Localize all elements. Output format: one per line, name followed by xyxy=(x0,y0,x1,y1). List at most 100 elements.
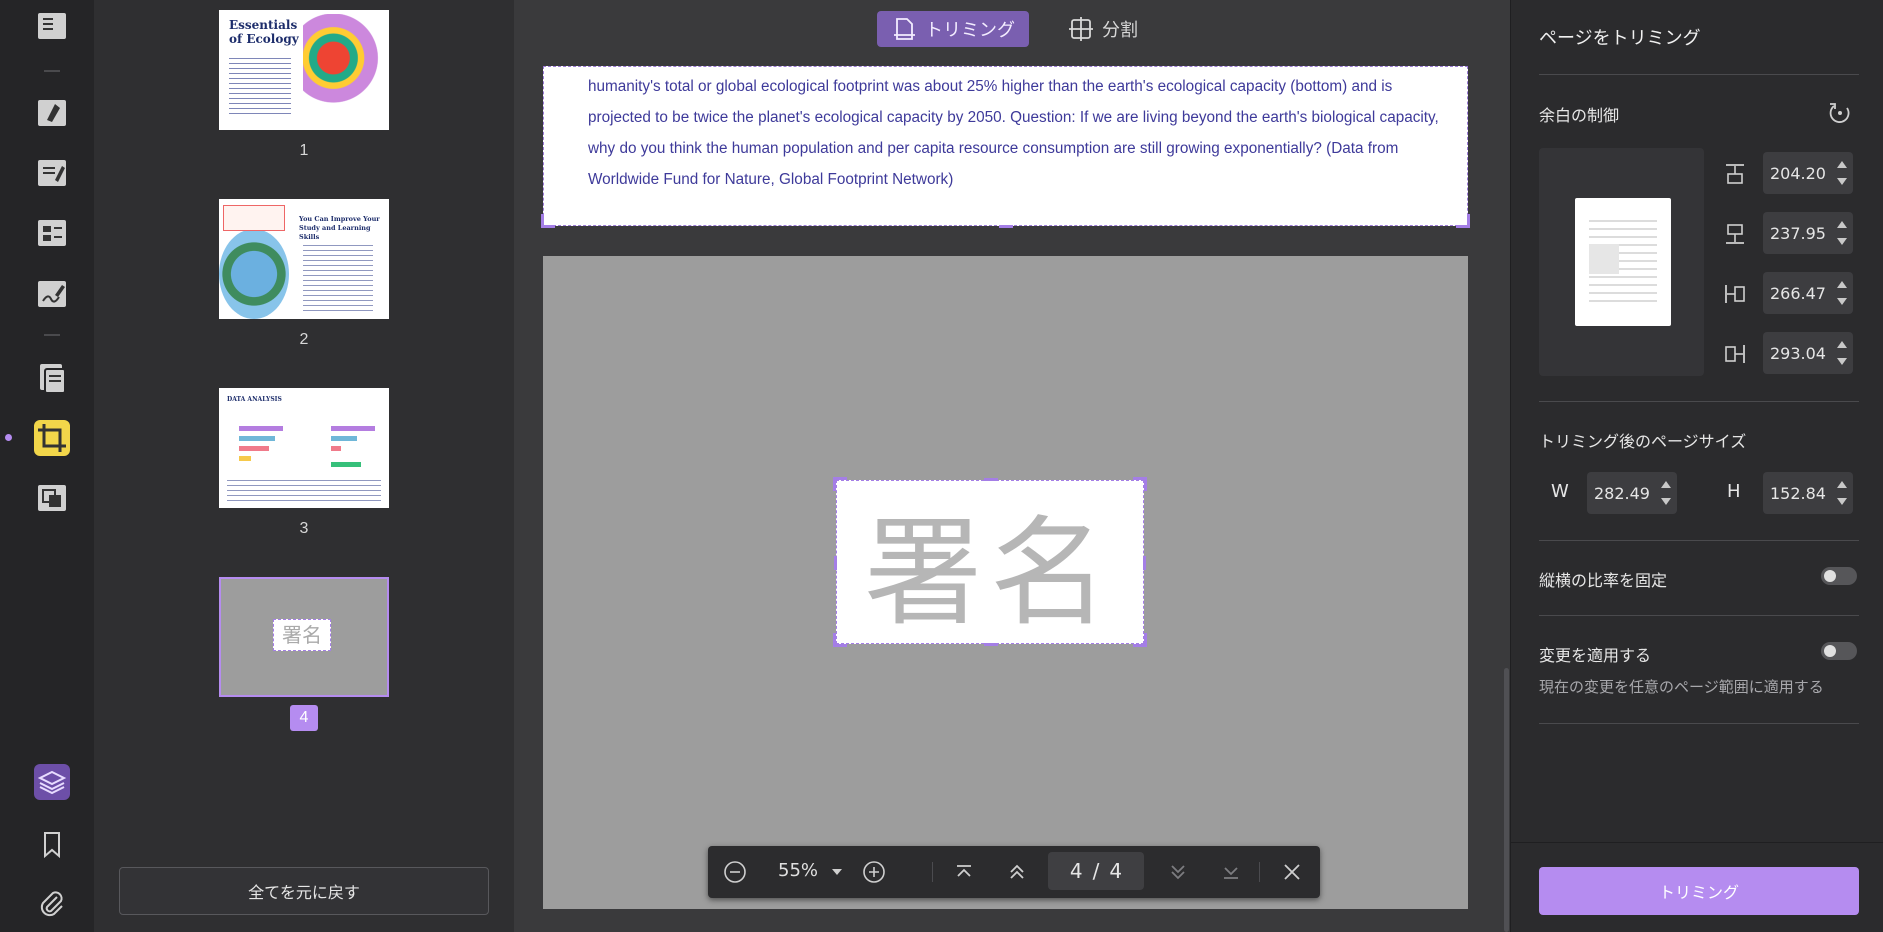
sign-icon[interactable] xyxy=(34,276,70,312)
crop-handle-top-right[interactable] xyxy=(1133,477,1147,491)
crop-handle-left[interactable] xyxy=(834,556,837,570)
increment-icon[interactable] xyxy=(1837,481,1847,488)
signature-text: 署名 xyxy=(863,503,1116,642)
total-pages: 4 xyxy=(1109,859,1123,883)
increment-icon[interactable] xyxy=(1837,161,1847,168)
thumbnail-bar xyxy=(331,462,361,467)
vertical-scrollbar[interactable] xyxy=(1504,668,1509,932)
decrement-icon[interactable] xyxy=(1837,238,1847,245)
zoom-out-icon[interactable] xyxy=(722,859,748,885)
zoom-in-icon[interactable] xyxy=(861,859,887,885)
app-window: Essentials of Ecology 1 You Can Improve … xyxy=(0,0,1883,932)
margin-section-label: 余白の制御 xyxy=(1539,106,1620,125)
reader-mode-icon[interactable] xyxy=(34,8,70,44)
margin-bottom-input[interactable] xyxy=(1763,212,1833,254)
thumbnail-note-box xyxy=(223,205,285,231)
thumbnail-number: 3 xyxy=(299,520,309,537)
thumbnail-page-2[interactable]: You Can Improve Your Study and Learning … xyxy=(219,199,389,319)
trim-page-icon xyxy=(894,18,915,40)
trim-mode-tab[interactable]: トリミング xyxy=(877,11,1029,47)
highlight-icon[interactable] xyxy=(34,95,70,131)
thumbnail-number: 1 xyxy=(299,142,309,159)
lock-aspect-ratio-toggle[interactable] xyxy=(1821,567,1857,585)
crop-tool-icon[interactable] xyxy=(34,420,70,456)
globe-image xyxy=(219,229,289,319)
attachment-icon[interactable] xyxy=(34,886,70,922)
reset-icon[interactable] xyxy=(1827,100,1853,126)
margin-bottom-stepper[interactable] xyxy=(1763,212,1853,254)
form-icon[interactable] xyxy=(34,215,70,251)
thumbnail-page-1[interactable]: Essentials of Ecology xyxy=(219,10,389,130)
zoom-level[interactable]: 55% xyxy=(778,860,818,881)
margin-top-stepper[interactable] xyxy=(1763,152,1853,194)
close-icon[interactable] xyxy=(1279,859,1305,885)
thumbnail-signature: 署名 xyxy=(273,619,331,651)
first-page-icon[interactable] xyxy=(951,859,977,885)
last-page-icon[interactable] xyxy=(1218,859,1244,885)
crop-handle-bottom-left[interactable] xyxy=(541,214,555,228)
panel-title: ページをトリミング xyxy=(1539,28,1701,49)
margin-top-icon xyxy=(1726,164,1744,184)
trim-settings-panel: ページをトリミング 余白の制御 204.20 237.95 266.47 293… xyxy=(1510,0,1883,932)
crop-handle-bottom-right[interactable] xyxy=(1133,633,1147,647)
increment-icon[interactable] xyxy=(1837,221,1847,228)
decrement-icon[interactable] xyxy=(1837,178,1847,185)
zoom-dropdown-chevron-icon[interactable] xyxy=(824,859,850,885)
thumbnail-page-4[interactable]: 署名 xyxy=(219,577,389,697)
split-mode-tab[interactable]: 分割 xyxy=(1054,11,1152,47)
thumbnail-bar xyxy=(331,446,341,451)
margin-left-icon xyxy=(1725,285,1745,303)
height-stepper[interactable] xyxy=(1763,472,1853,514)
next-page-icon[interactable] xyxy=(1165,859,1191,885)
rail-divider xyxy=(44,70,60,72)
decrement-icon[interactable] xyxy=(1837,358,1847,365)
crop-selection-box[interactable]: 署名 xyxy=(833,477,1147,647)
crop-handle-bottom-left[interactable] xyxy=(833,633,847,647)
page-indicator[interactable]: 4 / 4 xyxy=(1048,852,1144,890)
edit-text-icon[interactable] xyxy=(34,155,70,191)
zoombar-divider xyxy=(1259,862,1260,882)
width-label: W xyxy=(1551,481,1569,502)
decrement-icon[interactable] xyxy=(1837,498,1847,505)
crop-handle-bottom[interactable] xyxy=(984,643,998,646)
margin-bottom-icon xyxy=(1726,224,1744,244)
thumbnail-page-3[interactable]: DATA ANALYSIS xyxy=(219,388,389,508)
bookmark-icon[interactable] xyxy=(34,826,70,862)
previous-page-icon[interactable] xyxy=(1004,859,1030,885)
decrement-icon[interactable] xyxy=(1837,298,1847,305)
thumbnail-title: DATA ANALYSIS xyxy=(227,396,282,403)
increment-icon[interactable] xyxy=(1837,341,1847,348)
thumbnail-bar xyxy=(331,426,375,431)
layers-icon[interactable] xyxy=(34,764,70,800)
trim-button[interactable]: トリミング xyxy=(1539,867,1859,915)
margin-left-input[interactable] xyxy=(1763,272,1833,314)
increment-icon[interactable] xyxy=(1837,281,1847,288)
margin-top-input[interactable] xyxy=(1763,152,1833,194)
width-stepper[interactable] xyxy=(1587,472,1677,514)
revert-all-button[interactable]: 全てを元に戻す xyxy=(119,867,489,915)
divider xyxy=(1539,74,1859,75)
crop-handle-bottom-right[interactable] xyxy=(1456,214,1470,228)
margin-right-input[interactable] xyxy=(1763,332,1833,374)
page-size-section-label: トリミング後のページサイズ xyxy=(1539,432,1747,451)
thumbnail-text-lines xyxy=(227,476,381,502)
active-tool-indicator xyxy=(5,434,12,441)
margin-right-stepper[interactable] xyxy=(1763,332,1853,374)
increment-icon[interactable] xyxy=(1661,481,1671,488)
footer-divider xyxy=(1511,842,1883,843)
crop-handle-top[interactable] xyxy=(984,478,998,481)
crop-handle-top-left[interactable] xyxy=(833,477,847,491)
margin-left-stepper[interactable] xyxy=(1763,272,1853,314)
crop-handle-bottom[interactable] xyxy=(999,225,1013,228)
decrement-icon[interactable] xyxy=(1661,498,1671,505)
crop-handle-right[interactable] xyxy=(1143,556,1146,570)
compare-icon[interactable] xyxy=(34,480,70,516)
organize-pages-icon[interactable] xyxy=(34,360,70,396)
page-3-crop-area[interactable]: humanity's total or global ecological fo… xyxy=(541,66,1470,228)
zoombar-divider xyxy=(932,862,933,882)
width-input[interactable] xyxy=(1587,472,1657,514)
thumbnail-title: Essentials of Ecology xyxy=(229,18,299,46)
apply-changes-toggle[interactable] xyxy=(1821,642,1857,660)
left-toolbar xyxy=(0,0,94,932)
height-input[interactable] xyxy=(1763,472,1833,514)
